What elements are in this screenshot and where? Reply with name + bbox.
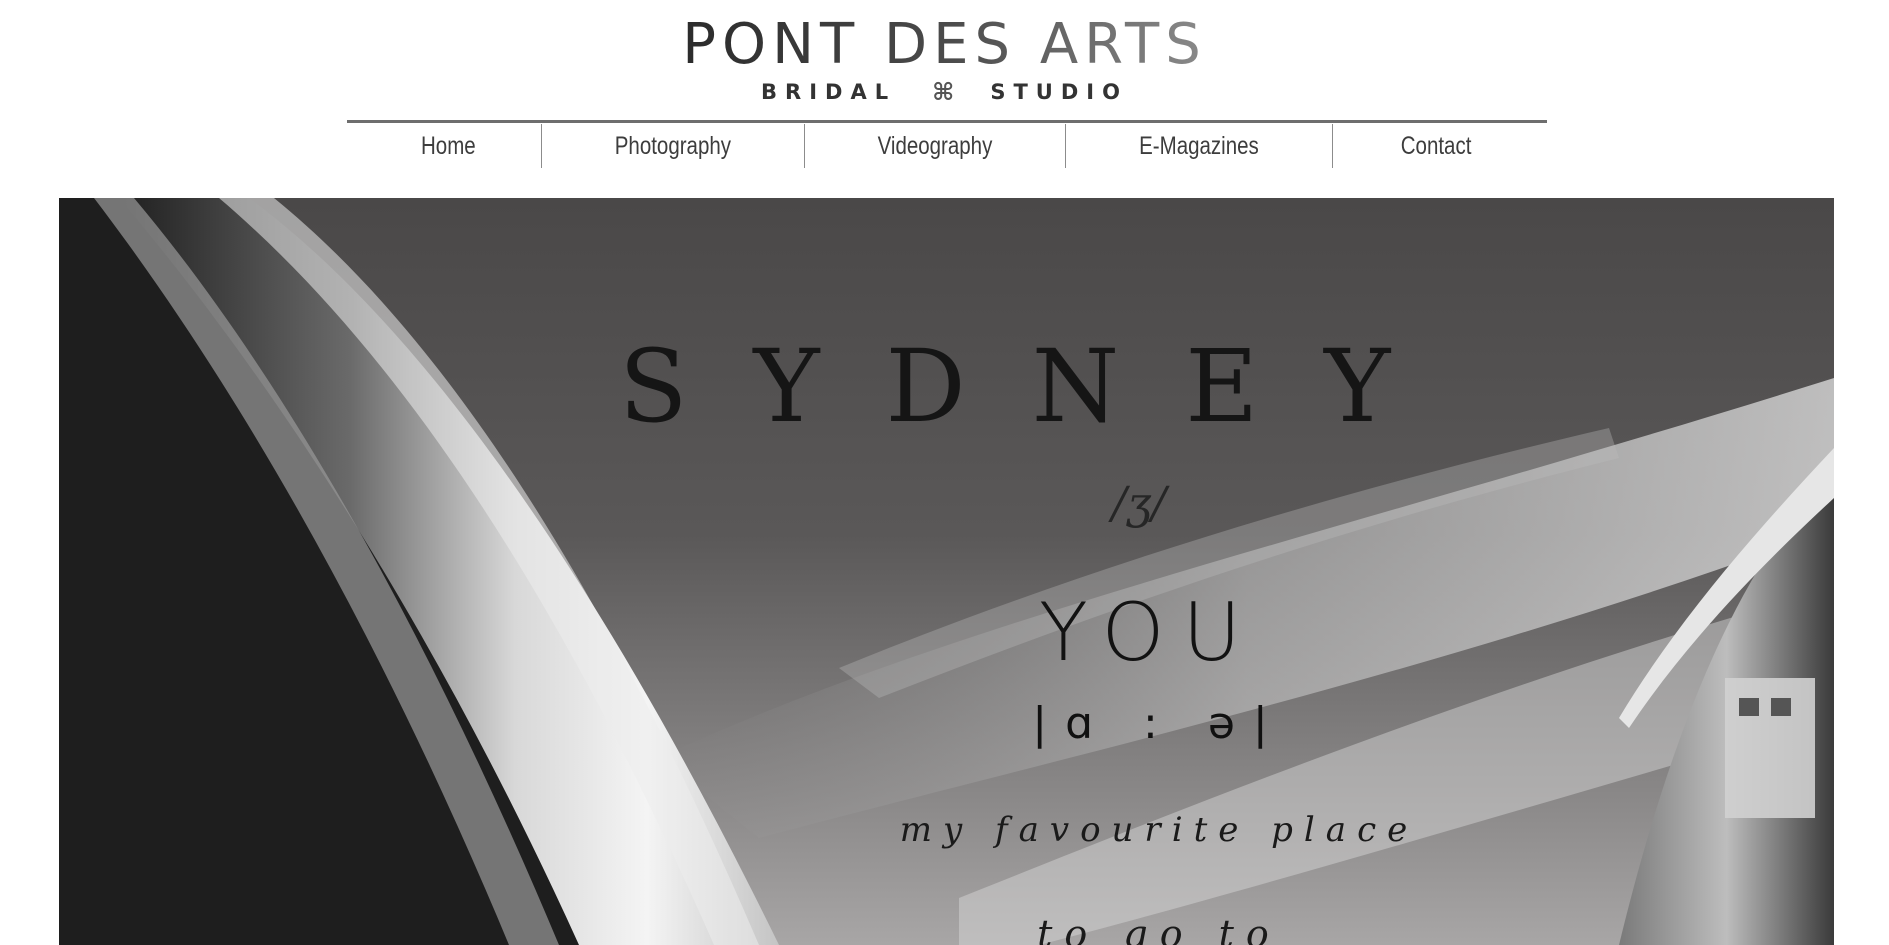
logo-title: PONT DES ARTS [682,12,1207,77]
nav-contact[interactable]: Contact [1352,124,1521,168]
nav-separator [804,124,806,168]
logo-mark-icon: ⌘ [932,78,955,106]
nav-e-magazines[interactable]: E-Magazines [1090,124,1308,168]
logo-subtitle-bridal: BRIDAL [761,80,897,104]
hero-line-you: YOU [1038,586,1259,679]
nav-separator [1065,124,1067,168]
hero-typography: SYDNEY /ʒ/ YOU |ɑ : ə| my favourite plac… [59,198,1834,945]
hero-line-to-go-to: to go to [1037,912,1281,945]
hero-line-phonetic-2: |ɑ : ə| [1032,698,1286,749]
logo[interactable]: PONT DES ARTS BRIDAL ⌘ STUDIO [0,12,1889,107]
hero-line-favourite-place: my favourite place [899,810,1419,850]
nav-home[interactable]: Home [372,124,525,168]
nav-separator [541,124,543,168]
nav-photography[interactable]: Photography [566,124,781,168]
hero-line-sydney: SYDNEY [619,328,1457,445]
nav-separator [1332,124,1334,168]
logo-subtitle-studio: STUDIO [990,80,1128,104]
logo-subtitle: BRIDAL ⌘ STUDIO [0,78,1889,106]
nav-top-divider [347,120,1547,123]
nav-videography[interactable]: Videography [829,124,1042,168]
hero-image: SYDNEY /ʒ/ YOU |ɑ : ə| my favourite plac… [59,198,1834,945]
site-header: PONT DES ARTS BRIDAL ⌘ STUDIO Home Photo… [0,0,1889,198]
hero-line-phonetic-1: /ʒ/ [1111,478,1167,529]
main-nav: Home Photography Videography E-Magazines… [347,124,1547,168]
